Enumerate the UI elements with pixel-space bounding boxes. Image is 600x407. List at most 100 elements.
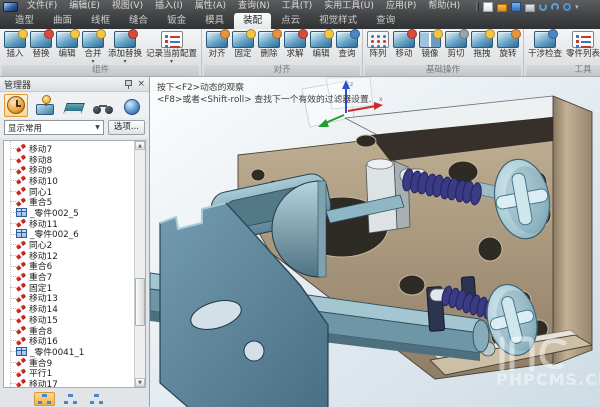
ribbon-tab[interactable]: 钣金 [158, 13, 195, 29]
toolbar-grip[interactable] [476, 2, 479, 11]
ribbon-button[interactable]: 镜像 [417, 30, 443, 64]
ribbon-button[interactable]: 求解 [282, 30, 308, 64]
assembly-view-icon[interactable] [33, 94, 57, 117]
catalog-view-icon[interactable] [62, 94, 86, 117]
menu-item[interactable]: 查询(N) [232, 0, 276, 13]
ribbon-button[interactable]: 记录当前配置 ▾ [144, 30, 199, 64]
open-icon[interactable] [497, 4, 507, 12]
redo-icon[interactable] [551, 3, 559, 11]
history-view-icon[interactable] [4, 94, 28, 117]
display-filter-value: 显示常用 [8, 122, 42, 134]
ribbon-button-label: 干涉检查 [528, 49, 562, 59]
structure-tree-view-button[interactable] [34, 392, 55, 406]
tree-item[interactable]: _零件002_5 [6, 207, 134, 218]
ribbon-button-label: 替换 [32, 49, 49, 59]
viewport-3d[interactable]: 按下<F2>动态的观察 <F8>或者<Shift-roll> 查找下一个有效的过… [150, 77, 600, 407]
close-icon[interactable]: × [137, 80, 145, 89]
tree-item[interactable]: 同心1 [6, 186, 134, 197]
ribbon-tab[interactable]: 装配 [234, 13, 271, 29]
ribbon-button[interactable]: 拖拽 [469, 30, 495, 64]
scroll-down-icon[interactable]: ▼ [135, 378, 145, 387]
ribbon-button[interactable]: 阵列 [365, 30, 391, 64]
tree-item-icon [16, 272, 26, 281]
tree-item-icon [16, 176, 26, 185]
tree-item[interactable]: 移动7 [6, 143, 134, 154]
ribbon-tab[interactable]: 缝合 [120, 13, 157, 29]
tree-item[interactable]: 移动14 [6, 303, 134, 314]
tree-item[interactable]: 固定1 [6, 282, 134, 293]
menu-item[interactable]: 实用工具(U) [318, 0, 380, 13]
tree-item[interactable]: 移动8 [6, 154, 134, 165]
ribbon-button-icon [284, 31, 306, 48]
ribbon-group-label: 基础操作 [365, 65, 521, 76]
menu-item[interactable]: 工具(T) [276, 0, 319, 13]
pin-icon[interactable] [124, 80, 132, 89]
flat-tree-view-button[interactable] [60, 392, 81, 406]
ribbon-button[interactable]: 干涉检查 [526, 30, 564, 64]
ribbon-tab[interactable]: 视觉样式 [310, 13, 366, 29]
toolbar-overflow-caret[interactable]: ▾ [575, 3, 579, 11]
undo-icon[interactable] [539, 3, 547, 11]
ribbon-button[interactable]: 查询 [334, 30, 360, 64]
tree-item[interactable]: _零件0041_1 [6, 346, 134, 357]
options-button[interactable]: 选项... [108, 120, 145, 135]
grouped-tree-view-button[interactable] [86, 392, 107, 406]
menu-item[interactable]: 编辑(E) [63, 0, 106, 13]
tree-item[interactable]: 重合8 [6, 325, 134, 336]
new-document-icon[interactable] [483, 2, 493, 12]
ribbon-button[interactable]: 对齐 [204, 30, 230, 64]
menu-item[interactable]: 应用(P) [380, 0, 422, 13]
tree-item-icon [16, 368, 26, 377]
ribbon-button[interactable]: 替换 [28, 30, 54, 64]
ribbon-button-icon [114, 31, 136, 48]
ribbon-button[interactable]: 插入 [2, 30, 28, 64]
ribbon-button[interactable]: 固定 [230, 30, 256, 64]
ribbon-button[interactable]: 零件列表 [564, 30, 600, 64]
view-refresh-icon[interactable] [563, 3, 571, 11]
tree-item[interactable]: 移动12 [6, 250, 134, 261]
print-icon[interactable] [525, 4, 535, 12]
ribbon-tab[interactable]: 曲面 [44, 13, 81, 29]
ribbon-button[interactable]: 删除 [256, 30, 282, 64]
tree-item[interactable]: 重合9 [6, 357, 134, 368]
tree-item[interactable]: 移动9 [6, 164, 134, 175]
menu-item[interactable]: 属性(A) [189, 0, 232, 13]
menu-item[interactable]: 视图(V) [106, 0, 149, 13]
tree-item[interactable]: 移动17 [6, 378, 134, 388]
manager-filter-row: 显示常用 ▼ 选项... [0, 118, 149, 138]
tree-item[interactable]: _零件002_6 [6, 229, 134, 240]
menu-bar: 文件(F) 编辑(E) 视图(V) 插入(I) 属性(A) 查询(N) 工具(T… [0, 0, 600, 13]
display-filter-dropdown[interactable]: 显示常用 ▼ [4, 120, 104, 135]
scrollbar-thumb[interactable] [135, 278, 145, 326]
tree-item[interactable]: 移动15 [6, 314, 134, 325]
tree-item[interactable]: 移动13 [6, 293, 134, 304]
menu-item[interactable]: 插入(I) [149, 0, 189, 13]
ribbon-button[interactable]: 合并 ▾ [80, 30, 106, 64]
tree-item-icon [16, 144, 26, 153]
ribbon-button[interactable]: 旋转 [495, 30, 521, 64]
ribbon-tab[interactable]: 查询 [367, 13, 404, 29]
svg-text:PHPCMS.CN: PHPCMS.CN [496, 370, 600, 389]
tree-item-icon [16, 186, 26, 195]
save-icon[interactable] [511, 2, 521, 12]
ribbon-button[interactable]: 移动 [391, 30, 417, 64]
tree-item[interactable]: 重合6 [6, 261, 134, 272]
menu-item[interactable]: 帮助(H) [422, 0, 466, 13]
tree-scrollbar[interactable]: ▲ ▼ [134, 141, 145, 387]
ribbon-tab[interactable]: 造型 [6, 13, 43, 29]
render-view-icon[interactable] [91, 94, 115, 117]
ribbon-tab[interactable]: 点云 [272, 13, 309, 29]
ribbon-button[interactable]: 编辑 [54, 30, 80, 64]
tree-item[interactable]: 重合7 [6, 271, 134, 282]
menu-item[interactable]: 文件(F) [21, 0, 63, 13]
tree-item[interactable]: 移动10 [6, 175, 134, 186]
ribbon-button[interactable]: 剪切 [443, 30, 469, 64]
tree-item[interactable]: 同心2 [6, 239, 134, 250]
ribbon-button[interactable]: 编辑 [308, 30, 334, 64]
ribbon-tab[interactable]: 模具 [196, 13, 233, 29]
scene-view-icon[interactable] [120, 94, 144, 117]
ribbon-tab[interactable]: 线框 [82, 13, 119, 29]
ribbon-button[interactable]: 添加替换 ▾ [106, 30, 144, 64]
tree-item[interactable]: 平行1 [6, 367, 134, 378]
scroll-up-icon[interactable]: ▲ [135, 141, 145, 150]
